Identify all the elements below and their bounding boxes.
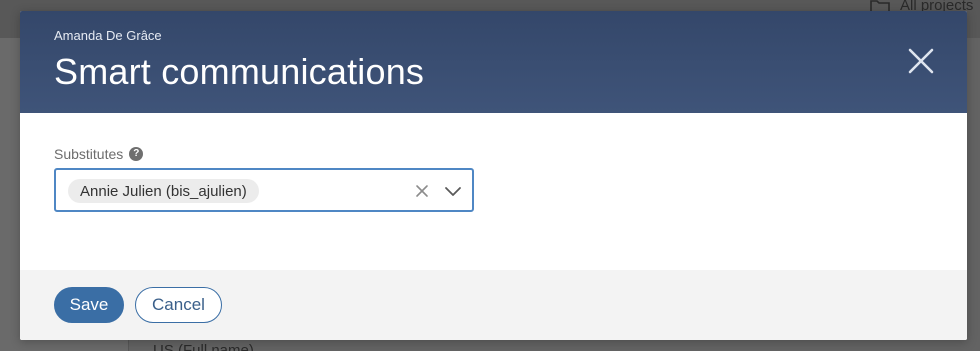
substitutes-label-row: Substitutes ? bbox=[54, 146, 144, 162]
smart-communications-dialog: Amanda De Grâce Smart communications Sub… bbox=[20, 11, 967, 340]
dialog-subtitle: Amanda De Grâce bbox=[54, 28, 162, 43]
dialog-header: Amanda De Grâce Smart communications bbox=[20, 11, 967, 113]
substitutes-label: Substitutes bbox=[54, 146, 124, 162]
background-bottom-text: US (Full name) bbox=[153, 342, 254, 351]
cancel-button[interactable]: Cancel bbox=[135, 287, 222, 323]
substitutes-select[interactable]: Annie Julien (bis_ajulien) bbox=[54, 168, 474, 212]
dialog-footer: Save Cancel bbox=[20, 270, 967, 340]
dialog-title: Smart communications bbox=[54, 51, 425, 92]
help-icon[interactable]: ? bbox=[129, 147, 144, 161]
clear-icon[interactable] bbox=[414, 183, 430, 199]
selected-substitute-chip[interactable]: Annie Julien (bis_ajulien) bbox=[68, 179, 259, 203]
save-button[interactable]: Save bbox=[54, 287, 124, 323]
chevron-down-icon[interactable] bbox=[444, 183, 462, 199]
dialog-body: Substitutes ? Annie Julien (bis_ajulien) bbox=[20, 113, 967, 270]
close-icon[interactable] bbox=[904, 44, 938, 78]
